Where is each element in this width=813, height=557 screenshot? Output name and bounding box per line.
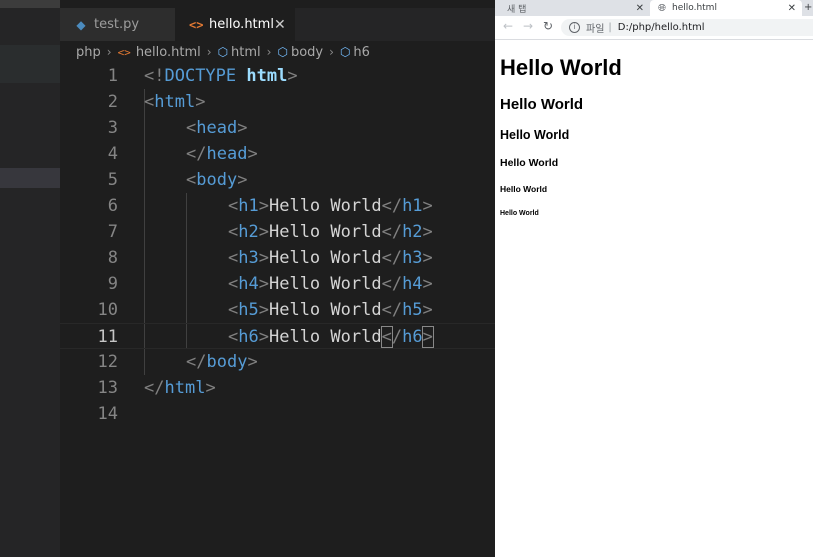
code-line[interactable]: 3 <head> (60, 115, 495, 141)
line-source: <h4>Hello World</h4> (228, 274, 433, 294)
code-line[interactable]: 4 </head> (60, 141, 495, 167)
html-icon: <> (189, 17, 204, 32)
line-source: <h3>Hello World</h3> (228, 248, 433, 268)
close-icon[interactable]: ✕ (274, 17, 286, 33)
explorer-row-active[interactable] (0, 168, 60, 188)
line-number: 14 (97, 404, 118, 424)
address-separator: | (608, 22, 612, 33)
tab-label: test.py (94, 17, 140, 32)
browser-tab-new-tab[interactable]: 새 탭 ✕ (495, 0, 650, 16)
title-bar-strip (0, 0, 60, 8)
code-line[interactable]: 14 (60, 401, 495, 427)
tab-hello-html[interactable]: <> hello.html ✕ (175, 8, 295, 41)
tab-label: hello.html (209, 17, 274, 32)
info-icon[interactable]: i (569, 22, 580, 33)
code-line[interactable]: 2 <html> (60, 89, 495, 115)
breadcrumb-html[interactable]: html (231, 45, 261, 60)
chevron-right-icon: › (329, 45, 334, 59)
breadcrumb-file[interactable]: hello.html (136, 45, 201, 60)
breadcrumb-body[interactable]: body (291, 45, 323, 60)
line-source: <h6>Hello World</h6> (228, 326, 434, 348)
forward-arrow-icon[interactable]: → (523, 19, 533, 33)
symbol-cube-icon: ⬡ (277, 45, 288, 59)
code-line[interactable]: 5 <body> (60, 167, 495, 193)
chevron-right-icon: › (266, 45, 272, 59)
heading-h3: Hello World (500, 128, 570, 142)
line-source: <body> (186, 170, 248, 190)
line-number: 12 (97, 352, 118, 372)
heading-h2: Hello World (500, 96, 584, 113)
line-number: 11 (97, 327, 118, 347)
explorer-row-selected[interactable] (0, 45, 60, 83)
code-line[interactable]: 1 <!DOCTYPE html> (60, 63, 495, 89)
address-scheme: 파일 (586, 24, 605, 35)
code-editor: ◆ test.py <> hello.html ✕ php › <> hello… (0, 0, 495, 557)
browser-toolbar: ← → ↻ i 파일 | D:/php/hello.html (495, 16, 813, 40)
heading-h4: Hello World (500, 157, 559, 169)
symbol-cube-icon: ⬡ (217, 45, 229, 59)
breadcrumb-folder[interactable]: php (76, 45, 101, 60)
line-number: 10 (97, 300, 118, 320)
line-source: <html> (144, 92, 206, 112)
bracket-match-highlight: < (380, 326, 393, 348)
heading-h5: Hello World (500, 184, 548, 194)
browser-window: 새 탭 ✕ 🌐︎ hello.html ✕ + ← → ↻ i 파일 | D:/… (495, 0, 813, 557)
html-icon: <> (117, 45, 131, 59)
code-line-current[interactable]: 11 <h6>Hello World</h6> (60, 323, 495, 349)
line-number: 9 (107, 274, 118, 294)
heading-h1: Hello World (500, 55, 622, 80)
symbol-cube-icon: ⬡ (339, 45, 351, 59)
close-icon[interactable]: ✕ (636, 3, 644, 14)
code-line[interactable]: 13 </html> (60, 375, 495, 401)
rendered-page: Hello World Hello World Hello World Hell… (495, 41, 813, 557)
breadcrumb-h6[interactable]: h6 (353, 45, 370, 60)
tab-test-py[interactable]: ◆ test.py (60, 8, 175, 41)
line-number: 8 (107, 248, 118, 268)
breadcrumb: php › <> hello.html › ⬡ html › ⬡ body › … (60, 41, 495, 63)
line-number: 1 (107, 66, 118, 86)
line-number: 13 (97, 378, 118, 398)
code-line[interactable]: 9 <h4>Hello World</h4> (60, 271, 495, 297)
address-bar[interactable]: i 파일 | D:/php/hello.html (561, 19, 813, 36)
code-line[interactable]: 6 <h1>Hello World</h1> (60, 193, 495, 219)
address-url: D:/php/hello.html (617, 22, 705, 33)
code-area[interactable]: 1 <!DOCTYPE html> 2 <html> 3 <head> 4 </… (60, 63, 495, 557)
line-source: <head> (186, 118, 248, 138)
line-source: </head> (186, 144, 258, 164)
heading-h6: Hello World (500, 210, 539, 217)
line-source: <h5>Hello World</h5> (228, 300, 433, 320)
browser-tab-label: 새 탭 (507, 4, 527, 15)
line-source: <h2>Hello World</h2> (228, 222, 433, 242)
code-line[interactable]: 8 <h3>Hello World</h3> (60, 245, 495, 271)
explorer-sidebar (0, 0, 60, 557)
line-number: 3 (107, 118, 118, 138)
bracket-match-highlight: > (421, 326, 434, 348)
new-tab-button[interactable]: + (804, 0, 813, 16)
line-source: </body> (186, 352, 258, 372)
browser-tab-label: hello.html (672, 3, 717, 13)
line-number: 2 (107, 92, 118, 112)
python-icon: ◆ (76, 17, 86, 32)
line-number: 4 (107, 144, 118, 164)
line-source: <!DOCTYPE html> (144, 66, 298, 86)
line-source: <h1>Hello World</h1> (228, 196, 433, 216)
browser-tab-strip: 새 탭 ✕ 🌐︎ hello.html ✕ + (495, 0, 813, 16)
chevron-right-icon: › (206, 45, 212, 59)
code-line[interactable]: 7 <h2>Hello World</h2> (60, 219, 495, 245)
code-line[interactable]: 12 </body> (60, 349, 495, 375)
code-line[interactable]: 10 <h5>Hello World</h5> (60, 297, 495, 323)
back-arrow-icon[interactable]: ← (503, 19, 513, 33)
globe-icon: 🌐︎ (658, 2, 666, 14)
editor-tab-bar: ◆ test.py <> hello.html ✕ (60, 8, 495, 41)
chevron-right-icon: › (106, 45, 112, 59)
browser-tab-hello-html[interactable]: 🌐︎ hello.html ✕ (650, 0, 802, 16)
reload-icon[interactable]: ↻ (543, 19, 553, 33)
line-source: </html> (144, 378, 216, 398)
line-number: 7 (107, 222, 118, 242)
line-number: 6 (107, 196, 118, 216)
close-icon[interactable]: ✕ (788, 3, 796, 14)
line-number: 5 (107, 170, 118, 190)
